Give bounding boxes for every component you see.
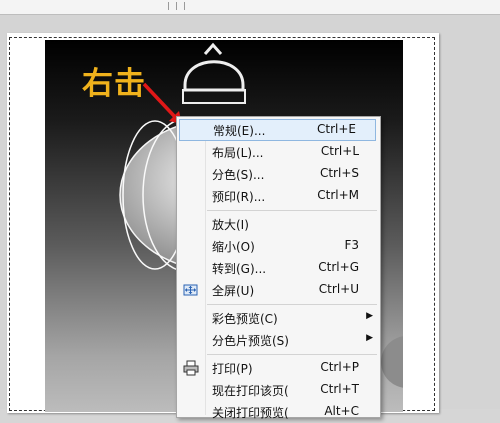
menu-item-shortcut: Ctrl+P bbox=[320, 360, 359, 374]
menu-item-label: 打印(P) bbox=[212, 362, 253, 376]
fullscreen-icon bbox=[183, 282, 199, 298]
context-menu: 常规(E)... Ctrl+E 布局(L)... Ctrl+L 分色(S)...… bbox=[176, 116, 381, 420]
ruler-tick bbox=[168, 2, 169, 10]
menu-item-label: 预印(R)... bbox=[212, 190, 266, 204]
menu-item-shortcut: Ctrl+L bbox=[320, 144, 359, 158]
printer-icon bbox=[183, 360, 199, 376]
menu-item-separation-preview[interactable]: 分色片预览(S) ▶ bbox=[177, 329, 380, 351]
menu-item-shortcut: Ctrl+E bbox=[317, 122, 356, 136]
annotation-label: 右击 bbox=[82, 66, 146, 102]
menu-item-print-current-page[interactable]: 现在打印该页( Ctrl+T bbox=[177, 379, 380, 401]
menu-item-shortcut: Ctrl+T bbox=[320, 382, 359, 396]
menu-item-label: 分色片预览(S) bbox=[212, 334, 289, 348]
menu-item-shortcut: Ctrl+G bbox=[318, 260, 359, 274]
menu-item-zoom-in[interactable]: 放大(I) bbox=[177, 213, 380, 235]
menu-item-shortcut: Alt+C bbox=[324, 404, 359, 418]
menu-item-go-to[interactable]: 转到(G)... Ctrl+G bbox=[177, 257, 380, 279]
top-ruler bbox=[0, 0, 500, 15]
submenu-arrow-icon: ▶ bbox=[366, 333, 373, 343]
menu-item-label: 常规(E)... bbox=[213, 124, 266, 138]
menu-item-print[interactable]: 打印(P) Ctrl+P bbox=[177, 357, 380, 379]
menu-item-label: 转到(G)... bbox=[212, 262, 267, 276]
menu-item-layout[interactable]: 布局(L)... Ctrl+L bbox=[177, 141, 380, 163]
menu-item-zoom-out[interactable]: 缩小(O) F3 bbox=[177, 235, 380, 257]
menu-item-label: 缩小(O) bbox=[212, 240, 255, 254]
menu-item-full-screen[interactable]: 全屏(U) Ctrl+U bbox=[177, 279, 380, 301]
menu-item-shortcut: F3 bbox=[344, 238, 359, 252]
menu-item-color-preview[interactable]: 彩色预览(C) ▶ bbox=[177, 307, 380, 329]
menu-item-separations[interactable]: 分色(S)... Ctrl+S bbox=[177, 163, 380, 185]
menu-item-label: 放大(I) bbox=[212, 218, 249, 232]
menu-item-shortcut: Ctrl+S bbox=[319, 166, 359, 180]
menu-item-label: 分色(S)... bbox=[212, 168, 265, 182]
ruler-tick bbox=[184, 2, 185, 10]
menu-item-prepress[interactable]: 预印(R)... Ctrl+M bbox=[177, 185, 380, 207]
menu-separator bbox=[207, 304, 377, 305]
menu-item-label: 布局(L)... bbox=[212, 146, 264, 160]
menu-item-shortcut: Ctrl+M bbox=[317, 188, 359, 202]
ruler-tick bbox=[176, 2, 177, 10]
menu-separator bbox=[207, 210, 377, 211]
menu-item-general[interactable]: 常规(E)... Ctrl+E bbox=[179, 119, 376, 141]
menu-item-label: 全屏(U) bbox=[212, 284, 255, 298]
menu-item-label: 关闭打印预览( bbox=[212, 406, 289, 420]
menu-separator bbox=[207, 354, 377, 355]
menu-item-shortcut: Ctrl+U bbox=[318, 282, 359, 296]
submenu-arrow-icon: ▶ bbox=[366, 311, 373, 321]
menu-item-close-print-preview[interactable]: 关闭打印预览( Alt+C bbox=[177, 401, 380, 423]
menu-item-label: 现在打印该页( bbox=[212, 384, 289, 398]
menu-item-label: 彩色预览(C) bbox=[212, 312, 278, 326]
